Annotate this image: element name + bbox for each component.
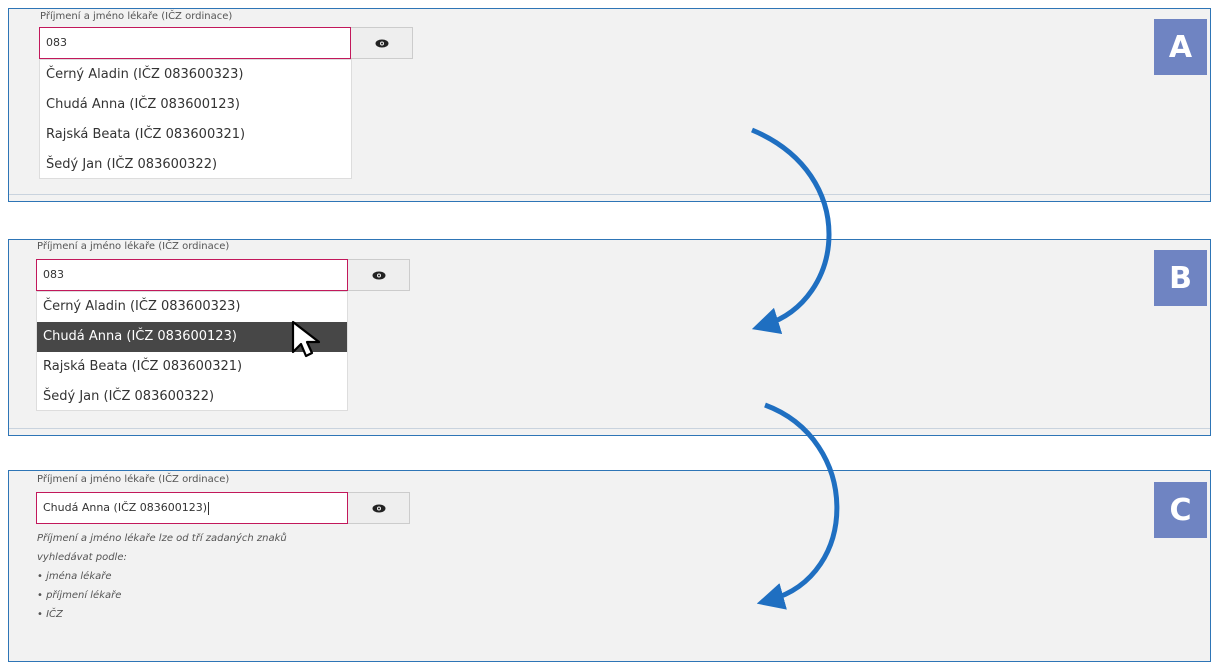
field-label: Příjmení a jméno lékaře (IČZ ordinace) (37, 241, 230, 252)
step-badge-a: A (1154, 19, 1207, 75)
search-input[interactable]: 083 (39, 27, 351, 59)
suggestion-item-highlighted[interactable]: Chudá Anna (IČZ 083600123) (37, 322, 347, 352)
suggestion-item[interactable]: Rajská Beata (IČZ 083600321) (40, 120, 351, 150)
step-badge-b: B (1154, 250, 1207, 306)
search-input-value: 083 (43, 268, 64, 281)
eye-icon (372, 271, 385, 279)
panel-divider (9, 194, 1210, 195)
suggestion-item[interactable]: Šedý Jan (IČZ 083600322) (37, 382, 347, 412)
suggestion-item[interactable]: Šedý Jan (IČZ 083600322) (40, 150, 351, 180)
suggestion-dropdown: Černý Aladin (IČZ 083600323) Chudá Anna … (39, 59, 352, 179)
search-input[interactable]: Chudá Anna (IČZ 083600123) (36, 492, 348, 524)
hint-line: • příjmení lékaře (37, 590, 122, 601)
suggestion-item[interactable]: Rajská Beata (IČZ 083600321) (37, 352, 347, 382)
suggestion-item[interactable]: Chudá Anna (IČZ 083600123) (40, 90, 351, 120)
search-input[interactable]: 083 (36, 259, 348, 291)
field-label: Příjmení a jméno lékaře (IČZ ordinace) (40, 11, 233, 22)
eye-toggle-button[interactable] (348, 492, 410, 524)
search-input-value: Chudá Anna (IČZ 083600123) (43, 501, 208, 514)
search-hint: Příjmení a jméno lékaře lze od tří zadan… (37, 529, 287, 624)
suggestion-item[interactable]: Černý Aladin (IČZ 083600323) (40, 60, 351, 90)
search-input-value: 083 (46, 36, 67, 49)
panel-divider (9, 428, 1210, 429)
hint-line: • IČZ (37, 609, 63, 620)
eye-icon (372, 504, 385, 512)
eye-toggle-button[interactable] (348, 259, 410, 291)
hint-line: • jména lékaře (37, 571, 112, 582)
eye-toggle-button[interactable] (351, 27, 413, 59)
suggestion-dropdown: Černý Aladin (IČZ 083600323) Chudá Anna … (36, 291, 348, 411)
field-label: Příjmení a jméno lékaře (IČZ ordinace) (37, 474, 230, 485)
eye-icon (375, 39, 388, 47)
step-badge-c: C (1154, 482, 1207, 538)
suggestion-item[interactable]: Černý Aladin (IČZ 083600323) (37, 292, 347, 322)
hint-line: Příjmení a jméno lékaře lze od tří zadan… (37, 533, 287, 544)
text-caret (208, 501, 210, 515)
hint-line: vyhledávat podle: (37, 552, 127, 563)
